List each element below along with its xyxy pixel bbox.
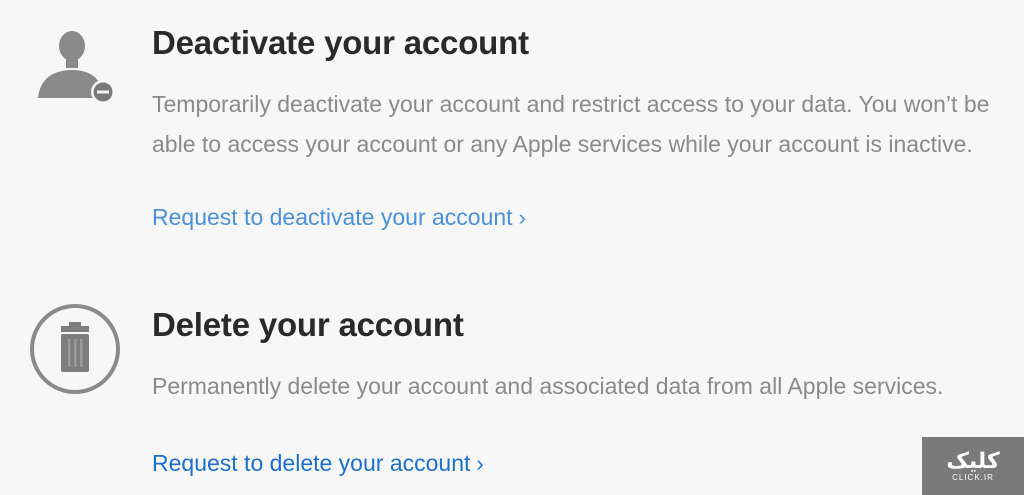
request-deactivate-link[interactable]: Request to deactivate your account › — [152, 204, 526, 231]
request-delete-link[interactable]: Request to delete your account › — [152, 450, 484, 477]
watermark-logo: کلیک CLICK.IR — [922, 437, 1024, 495]
deactivate-title: Deactivate your account — [152, 24, 529, 61]
delete-title: Delete your account — [152, 306, 464, 343]
request-delete-link-label: Request to delete your account — [152, 450, 471, 476]
delete-description: Permanently delete your account and asso… — [152, 373, 944, 399]
person-minus-icon — [34, 26, 116, 108]
chevron-right-icon: › — [476, 451, 484, 476]
chevron-right-icon: › — [518, 205, 526, 230]
deactivate-section: Deactivate your account Temporarily deac… — [0, 0, 1024, 260]
delete-section: Delete your account Permanently delete y… — [0, 290, 1024, 495]
watermark-sub-text: CLICK.IR — [952, 473, 994, 482]
request-deactivate-link-label: Request to deactivate your account — [152, 204, 513, 230]
watermark-main-text: کلیک — [946, 448, 1000, 473]
account-options-page: Deactivate your account Temporarily deac… — [0, 0, 1024, 495]
trash-icon — [28, 302, 122, 396]
deactivate-description: Temporarily deactivate your account and … — [152, 91, 990, 157]
